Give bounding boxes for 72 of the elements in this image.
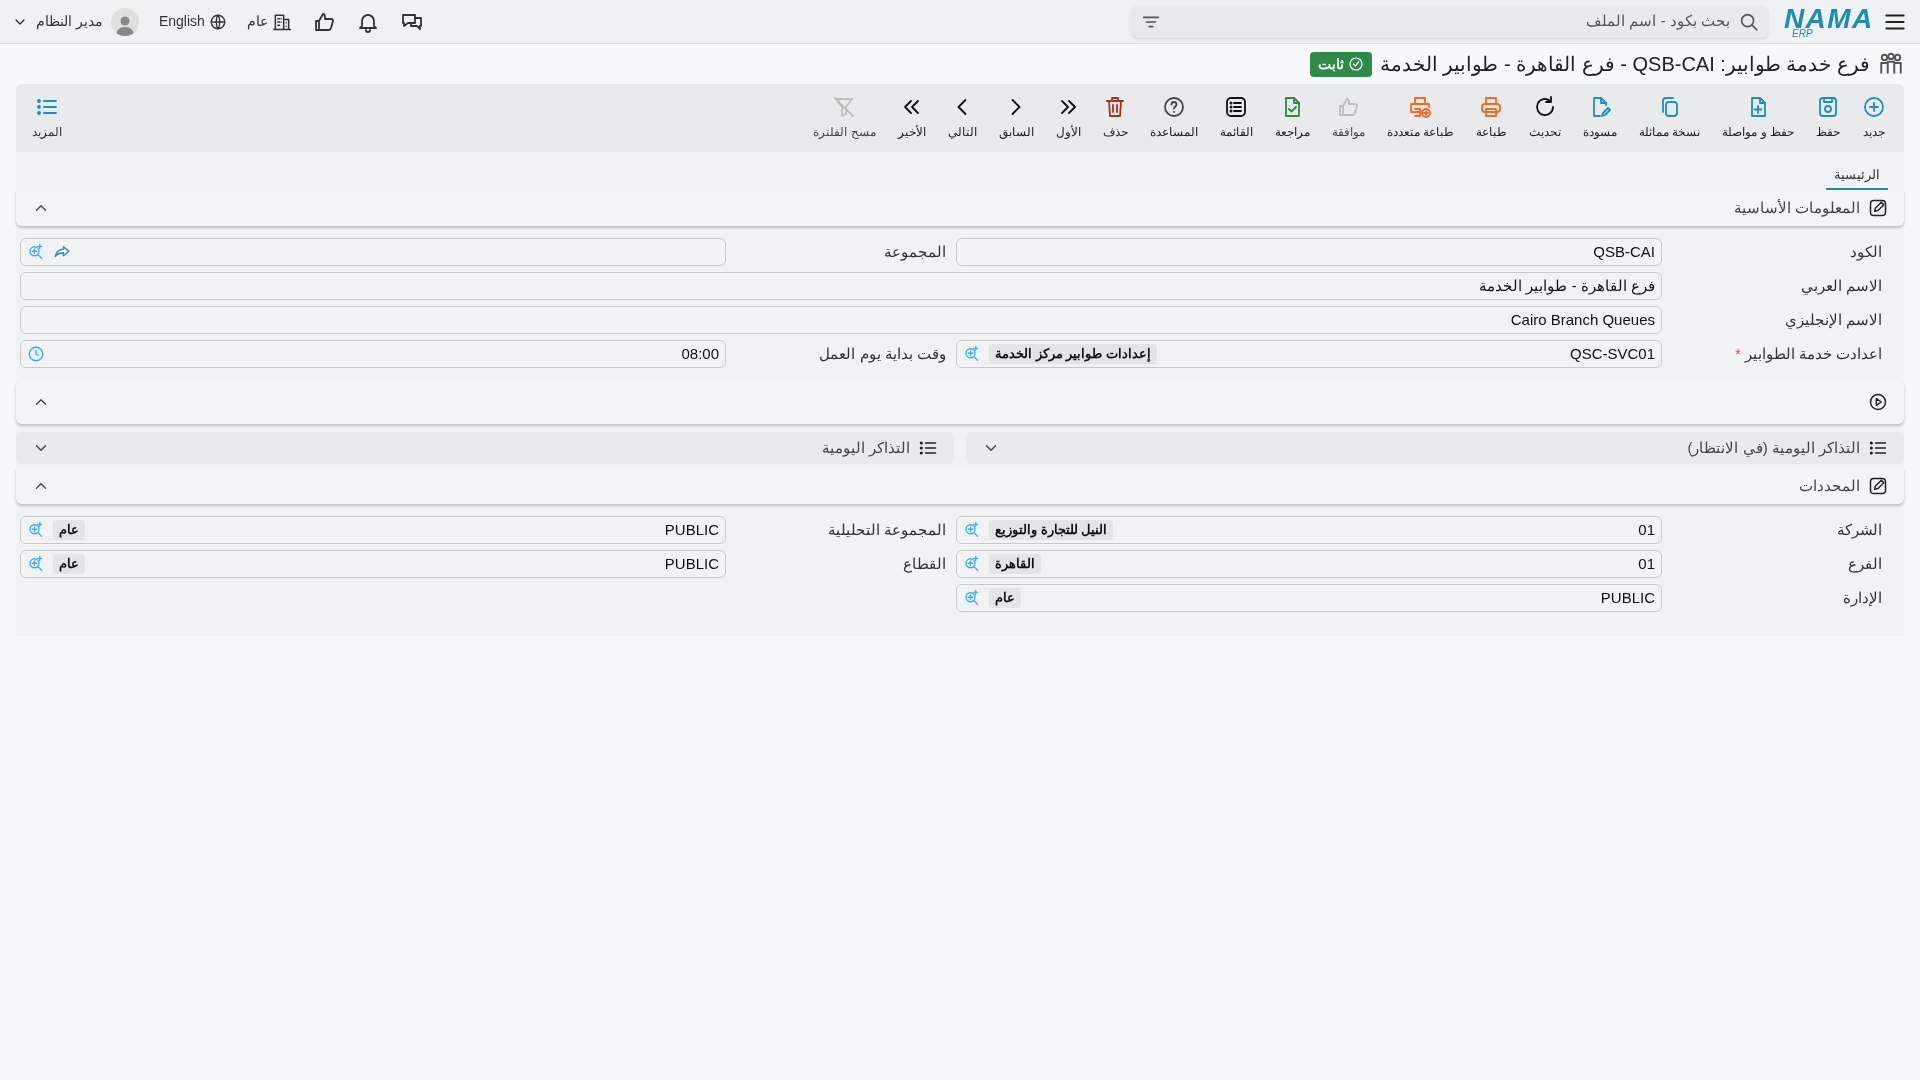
panel-title: التذاكر اليومية — [821, 437, 910, 459]
printer-plus-icon — [1408, 95, 1433, 119]
field-label: الفرع — [1848, 553, 1882, 575]
globe-icon — [208, 12, 227, 31]
toolbar-button[interactable]: تحديث — [1527, 95, 1563, 141]
lookup-tag: عام — [53, 554, 85, 574]
refresh-icon — [1533, 95, 1557, 119]
toolbar-button[interactable]: طباعة — [1474, 95, 1509, 141]
thumbs-up-icon — [1336, 95, 1361, 119]
language-selector[interactable]: English — [158, 11, 227, 32]
toolbar-button[interactable]: حذف — [1100, 95, 1130, 141]
toolbar-button[interactable]: مسودة — [1581, 95, 1619, 141]
collapsible-panel[interactable]: التذاكر اليومية — [16, 432, 954, 464]
required-mark: * — [1735, 344, 1741, 364]
field-label: الكود — [1850, 241, 1882, 263]
field-label: القطاع — [903, 553, 946, 575]
help-icon — [1161, 95, 1186, 119]
toolbar-button[interactable]: المساعدة — [1147, 95, 1200, 141]
lookup-tag: النيل للتجارة والتوزيع — [989, 520, 1114, 540]
field-label: اعدادت خدمة الطوابير — [1744, 343, 1882, 365]
filter-off-icon — [832, 95, 857, 119]
toolbar-button[interactable]: الأخير — [895, 95, 928, 141]
edit-icon — [1868, 198, 1888, 218]
toolbar-button[interactable]: التالي — [945, 95, 979, 141]
page-title: فرع خدمة طوابير: QSB-CAI - فرع القاهرة - طوابير الخدمة — [1379, 52, 1870, 78]
people-icon — [1878, 51, 1904, 77]
list-icon — [1868, 438, 1888, 458]
plus-circle-icon — [1862, 95, 1886, 119]
toolbar-button[interactable]: القائمة — [1217, 95, 1255, 141]
status-badge: ثابت — [1309, 51, 1372, 77]
user-menu[interactable]: مدير النظام — [12, 7, 139, 36]
input-field[interactable]: فرع القاهرة - طوابير الخدمة — [20, 272, 1662, 300]
section-title: المعلومات الأساسية — [1733, 197, 1860, 219]
toolbar-button[interactable]: نسخة مماثلة — [1637, 95, 1703, 141]
toolbar-button[interactable]: جديد — [1860, 95, 1888, 141]
panel-title: التذاكر اليومية (في الانتظار) — [1687, 437, 1860, 459]
field-label: المجموعة التحليلية — [827, 519, 946, 541]
toolbar-button[interactable]: حفظ — [1814, 95, 1842, 141]
toolbar-button[interactable]: حفظ و مواصلة — [1720, 95, 1796, 141]
field-label: المجموعة — [884, 241, 946, 263]
floppy-icon — [1816, 95, 1840, 119]
field-label: الاسم الإنجليزي — [1784, 309, 1882, 331]
section-title: المحددات — [1799, 475, 1860, 496]
input-field[interactable] — [20, 238, 726, 266]
toolbar-button[interactable]: الأول — [1053, 95, 1083, 141]
list-icon — [918, 438, 938, 458]
search-input[interactable]: بحث بكود - اسم الملف — [1170, 10, 1730, 33]
chevron-right-icon — [1010, 98, 1023, 116]
list-icon — [1224, 95, 1249, 119]
lookup-tag: عام — [989, 588, 1021, 608]
field-label: الاسم العربي — [1800, 275, 1882, 297]
collapsible-panel[interactable]: التذاكر اليومية (في الانتظار) — [966, 432, 1904, 464]
chevron-left-icon — [956, 98, 969, 116]
field-label: وقت بداية يوم العمل — [819, 343, 946, 365]
lookup-tag: القاهرة — [989, 554, 1041, 574]
toolbar-button[interactable]: طباعة متعددة — [1384, 95, 1456, 141]
field-label: الشركة — [1837, 519, 1882, 541]
scope-selector[interactable]: عام — [246, 11, 292, 32]
field-label: الإدارة — [1843, 587, 1882, 609]
search-field[interactable]: بحث بكود - اسم الملف — [1132, 5, 1768, 38]
input-field[interactable]: 08:00 — [20, 340, 726, 368]
toolbar-button[interactable]: مراجعة — [1272, 95, 1312, 141]
toolbar-button[interactable]: السابق — [996, 95, 1036, 141]
lookup-tag: عام — [53, 520, 85, 540]
input-field[interactable]: Cairo Branch Queues — [20, 306, 1662, 334]
play-circle-icon[interactable] — [1868, 392, 1888, 412]
more-button[interactable]: المزيد — [32, 95, 62, 141]
edit-icon — [1868, 476, 1888, 496]
printer-icon — [1479, 95, 1504, 119]
check-circle-icon — [1347, 56, 1364, 72]
lookup-tag: إعدادات طوابير مركز الخدمة — [989, 344, 1157, 364]
input-field[interactable]: QSB-CAI — [956, 238, 1662, 266]
